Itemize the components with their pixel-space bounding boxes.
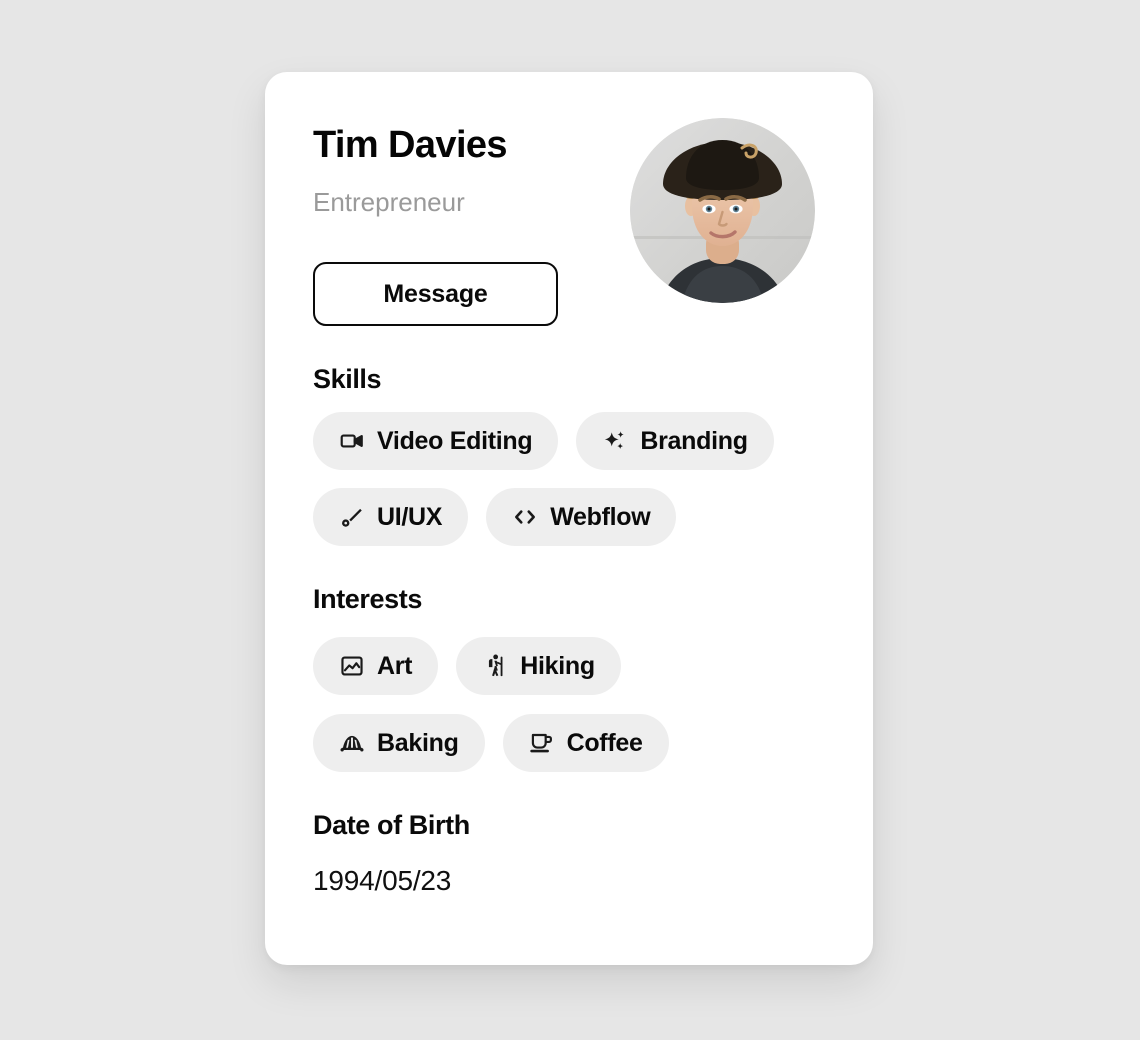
profile-card: Tim Davies Entrepreneur Message Skills V… [265,72,873,965]
skills-section-title: Skills [313,364,382,394]
coffee-cup-icon [529,730,555,756]
chip-label: Video Editing [377,426,533,455]
chip-label: Hiking [520,651,595,680]
skill-chip-branding[interactable]: Branding [576,412,774,470]
hiking-person-icon [482,653,508,679]
chip-label: Coffee [566,728,643,757]
page-title: Tim Davies [313,124,508,166]
skill-chip-webflow[interactable]: Webflow [486,488,677,546]
interest-chip-baking[interactable]: Baking [313,714,485,772]
chip-label: Art [377,651,413,680]
sparkles-icon [602,428,628,454]
message-button[interactable]: Message [313,262,558,326]
interest-chip-coffee[interactable]: Coffee [502,714,669,772]
image-icon [339,653,365,679]
interests-chip-row-2: Baking Coffee [313,714,669,772]
interest-chip-art[interactable]: Art [313,637,439,695]
interest-chip-hiking[interactable]: Hiking [456,637,621,695]
skills-chip-row-1: Video Editing Branding [313,412,774,470]
date-of-birth-title: Date of Birth [313,810,470,840]
croissant-icon [339,730,365,756]
skill-chip-ui-ux[interactable]: UI/UX [313,488,469,546]
chip-label: UI/UX [377,502,443,531]
chip-label: Branding [640,426,748,455]
video-camera-icon [339,428,365,454]
avatar [630,118,815,303]
date-of-birth-value: 1994/05/23 [313,865,452,896]
interests-chip-row-1: Art Hiking [313,637,621,695]
skill-chip-video-editing[interactable]: Video Editing [313,412,559,470]
paintbrush-icon [339,504,365,530]
interests-section-title: Interests [313,584,422,614]
chip-label: Webflow [550,502,651,531]
profile-header: Tim Davies Entrepreneur [313,126,643,215]
chip-label: Baking [377,728,459,757]
skills-chip-row-2: UI/UX Webflow [313,488,677,546]
code-brackets-icon [512,504,538,530]
profile-role: Entrepreneur [313,187,465,217]
